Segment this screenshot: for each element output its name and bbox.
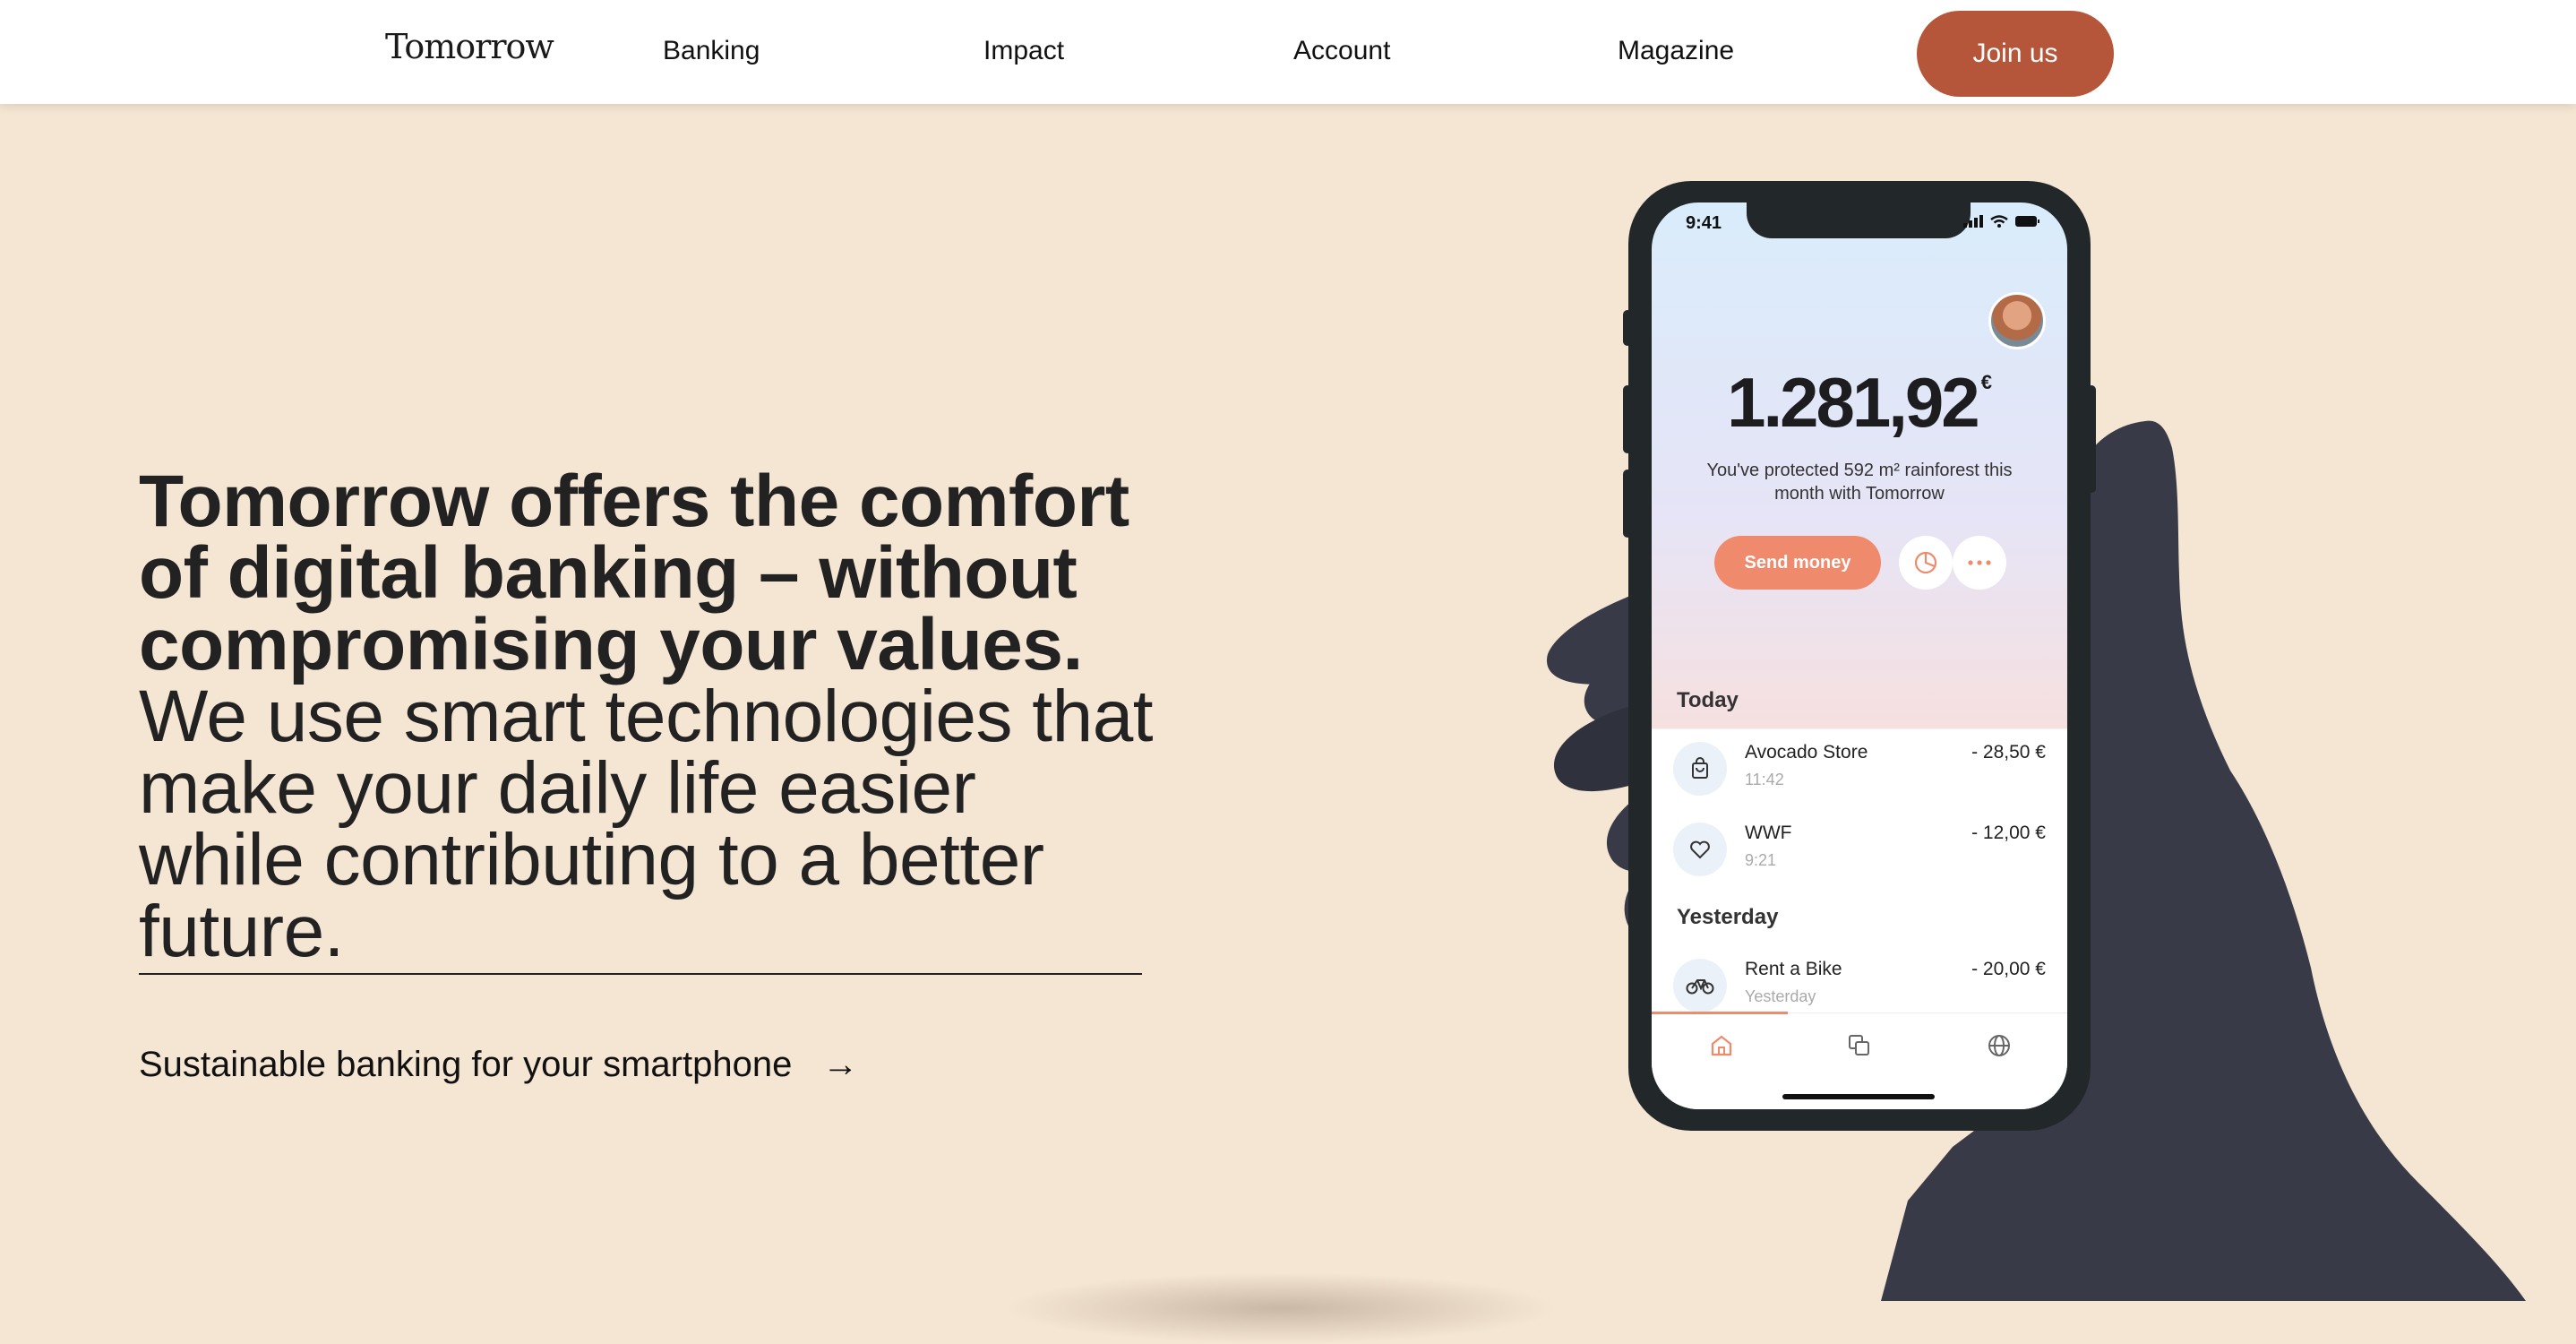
bike-icon	[1673, 959, 1727, 1012]
sustainable-banking-link[interactable]: Sustainable banking for your smartphone …	[139, 1045, 858, 1085]
wifi-icon	[1990, 215, 2008, 228]
nav-link-impact[interactable]: Impact	[983, 36, 1064, 66]
account-balance: 1.281,92 €	[1652, 362, 2067, 444]
transaction-time: Yesterday	[1745, 987, 1816, 1005]
transaction-time: 9:21	[1745, 851, 1777, 869]
balance-amount: 1.281,92	[1727, 363, 1980, 442]
shopping-bag-icon	[1673, 742, 1727, 796]
globe-icon[interactable]	[1972, 1026, 2026, 1065]
transaction-name: WWF	[1745, 823, 1792, 843]
heart-icon	[1673, 823, 1727, 876]
transaction-amount: - 20,00 €	[1971, 959, 2046, 979]
cta-label: Sustainable banking for your smartphone	[139, 1045, 793, 1084]
home-icon[interactable]	[1695, 1026, 1748, 1065]
join-us-button[interactable]: Join us	[1917, 11, 2114, 97]
signal-icon	[1963, 215, 1983, 228]
transaction-row[interactable]: Rent a Bike Yesterday - 20,00 €	[1673, 953, 2046, 1020]
tomorrow-logo[interactable]: Tomorrow	[385, 27, 554, 66]
phone-notch	[1747, 202, 1971, 238]
nav-link-magazine[interactable]: Magazine	[1618, 36, 1734, 66]
transaction-row[interactable]: WWF 9:21 - 12,00 €	[1673, 817, 2046, 883]
transaction-amount: - 12,00 €	[1971, 823, 2046, 843]
phone-side-button	[1623, 310, 1632, 346]
phone-side-button	[1623, 385, 1632, 453]
hero-headline-rest: We use smart technologies that make your…	[139, 676, 1154, 972]
status-icons	[1963, 215, 2040, 228]
nav-link-account[interactable]: Account	[1293, 36, 1390, 66]
active-tab-indicator	[1652, 1012, 1788, 1014]
phone-tab-bar	[1652, 1012, 2067, 1109]
transaction-amount: - 28,50 €	[1971, 742, 2046, 762]
yesterday-label: Yesterday	[1677, 905, 1779, 929]
cards-icon[interactable]	[1833, 1026, 1886, 1065]
hero-headline: Tomorrow offers the comfort of digital b…	[139, 465, 1160, 969]
nav-link-banking[interactable]: Banking	[663, 36, 760, 66]
rainforest-impact-text: You've protected 592 m² rainforest this …	[1706, 461, 2013, 504]
pie-chart-icon	[1914, 551, 1937, 574]
battery-icon	[2015, 216, 2039, 227]
status-time: 9:41	[1686, 213, 1722, 233]
more-options-button[interactable]	[1953, 536, 2006, 590]
phone-screen: 9:41 1.281,92 € You've protected 592 m² r…	[1652, 202, 2067, 1109]
balance-currency: €	[1980, 371, 1992, 393]
transaction-name: Rent a Bike	[1745, 959, 1842, 979]
today-label: Today	[1677, 688, 1739, 712]
decorative-shadow	[1003, 1272, 1558, 1344]
phone-side-button	[1623, 470, 1632, 538]
top-navigation: Tomorrow Banking Impact Account Magazine…	[0, 0, 2576, 104]
statistics-button[interactable]	[1899, 536, 1953, 590]
transaction-time: 11:42	[1745, 771, 1784, 788]
arrow-right-icon: →	[822, 1045, 859, 1084]
transaction-name: Avocado Store	[1745, 742, 1868, 762]
hero-headline-strong: Tomorrow offers the comfort of digital b…	[139, 461, 1129, 685]
divider	[139, 973, 1142, 975]
transaction-row[interactable]: Avocado Store 11:42 - 28,50 €	[1673, 737, 2046, 803]
avatar[interactable]	[1988, 292, 2046, 349]
home-indicator	[1782, 1094, 1935, 1099]
more-dots-icon	[1968, 560, 1991, 565]
phone-side-button	[2087, 385, 2096, 493]
send-money-button[interactable]: Send money	[1714, 536, 1881, 590]
